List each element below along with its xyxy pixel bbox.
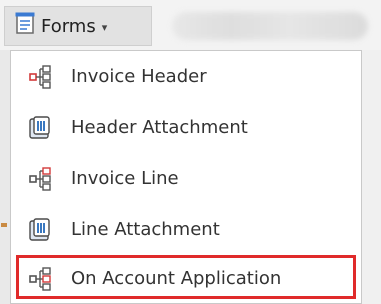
menu-item-label: Invoice Line bbox=[71, 168, 179, 189]
attachment-icon bbox=[29, 218, 53, 242]
forms-dropdown-menu: Invoice Header Header Attachment Invoice… bbox=[10, 50, 362, 304]
toolbar: Forms ▾ bbox=[0, 0, 381, 50]
menu-item-label: Line Attachment bbox=[71, 219, 220, 240]
hierarchy-icon bbox=[29, 65, 53, 89]
menu-item-header-attachment[interactable]: Header Attachment bbox=[11, 106, 361, 150]
background-mark bbox=[1, 223, 7, 227]
menu-item-label: Header Attachment bbox=[71, 117, 248, 138]
attachment-icon bbox=[29, 116, 53, 140]
hierarchy-icon bbox=[29, 167, 53, 191]
menu-item-on-account-application[interactable]: On Account Application bbox=[11, 257, 361, 301]
form-icon bbox=[15, 12, 37, 41]
menu-item-line-attachment[interactable]: Line Attachment bbox=[11, 208, 361, 252]
forms-menu-button[interactable]: Forms ▾ bbox=[4, 6, 152, 46]
forms-label: Forms bbox=[41, 15, 96, 37]
menu-item-label: Invoice Header bbox=[71, 66, 207, 87]
menu-item-invoice-header[interactable]: Invoice Header bbox=[11, 55, 361, 99]
menu-item-invoice-line[interactable]: Invoice Line bbox=[11, 157, 361, 201]
hierarchy-icon bbox=[29, 267, 53, 291]
menu-item-label: On Account Application bbox=[71, 268, 282, 289]
chevron-down-icon: ▾ bbox=[101, 20, 108, 34]
obscured-field bbox=[172, 12, 368, 40]
